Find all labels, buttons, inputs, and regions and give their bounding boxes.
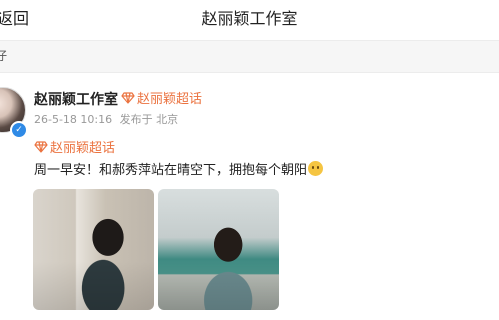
post-topic-label: 赵丽颖超话: [50, 141, 116, 156]
diamond-icon: [34, 141, 48, 153]
post-image-1[interactable]: [33, 189, 154, 310]
subbar-label[interactable]: 仔: [0, 49, 7, 63]
navbar: 返回 赵丽颖工作室: [0, 0, 499, 41]
post-topic-link[interactable]: 赵丽颖超话: [34, 140, 115, 158]
author-topic-link[interactable]: 赵丽颖超话: [121, 91, 202, 109]
post-text: 周一早安！和郝秀萍站在晴空下，拥抱每个朝阳: [34, 161, 324, 181]
pensive-face-icon: [308, 161, 324, 176]
author-topic-label: 赵丽颖超话: [137, 92, 203, 107]
post-meta: 26-5-18 10:16 发布于 北京: [34, 113, 182, 127]
author-name[interactable]: 赵丽颖工作室: [34, 91, 118, 109]
post-source: 发布于 北京: [119, 113, 179, 126]
verified-badge-icon: ✓: [10, 121, 28, 139]
post-timestamp: 26-5-18 10:16: [34, 113, 113, 126]
diamond-icon: [121, 92, 135, 104]
weibo-post: ✓ 赵丽颖工作室 赵丽颖超话 26-5-18 10:16 发布于 北京 赵丽颖超…: [0, 73, 499, 320]
post-text-content: 周一早安！和郝秀萍站在晴空下，拥抱每个朝阳: [34, 163, 308, 178]
post-image-2[interactable]: [158, 189, 279, 310]
page-title: 赵丽颖工作室: [201, 9, 298, 28]
subbar: 仔: [0, 41, 499, 73]
